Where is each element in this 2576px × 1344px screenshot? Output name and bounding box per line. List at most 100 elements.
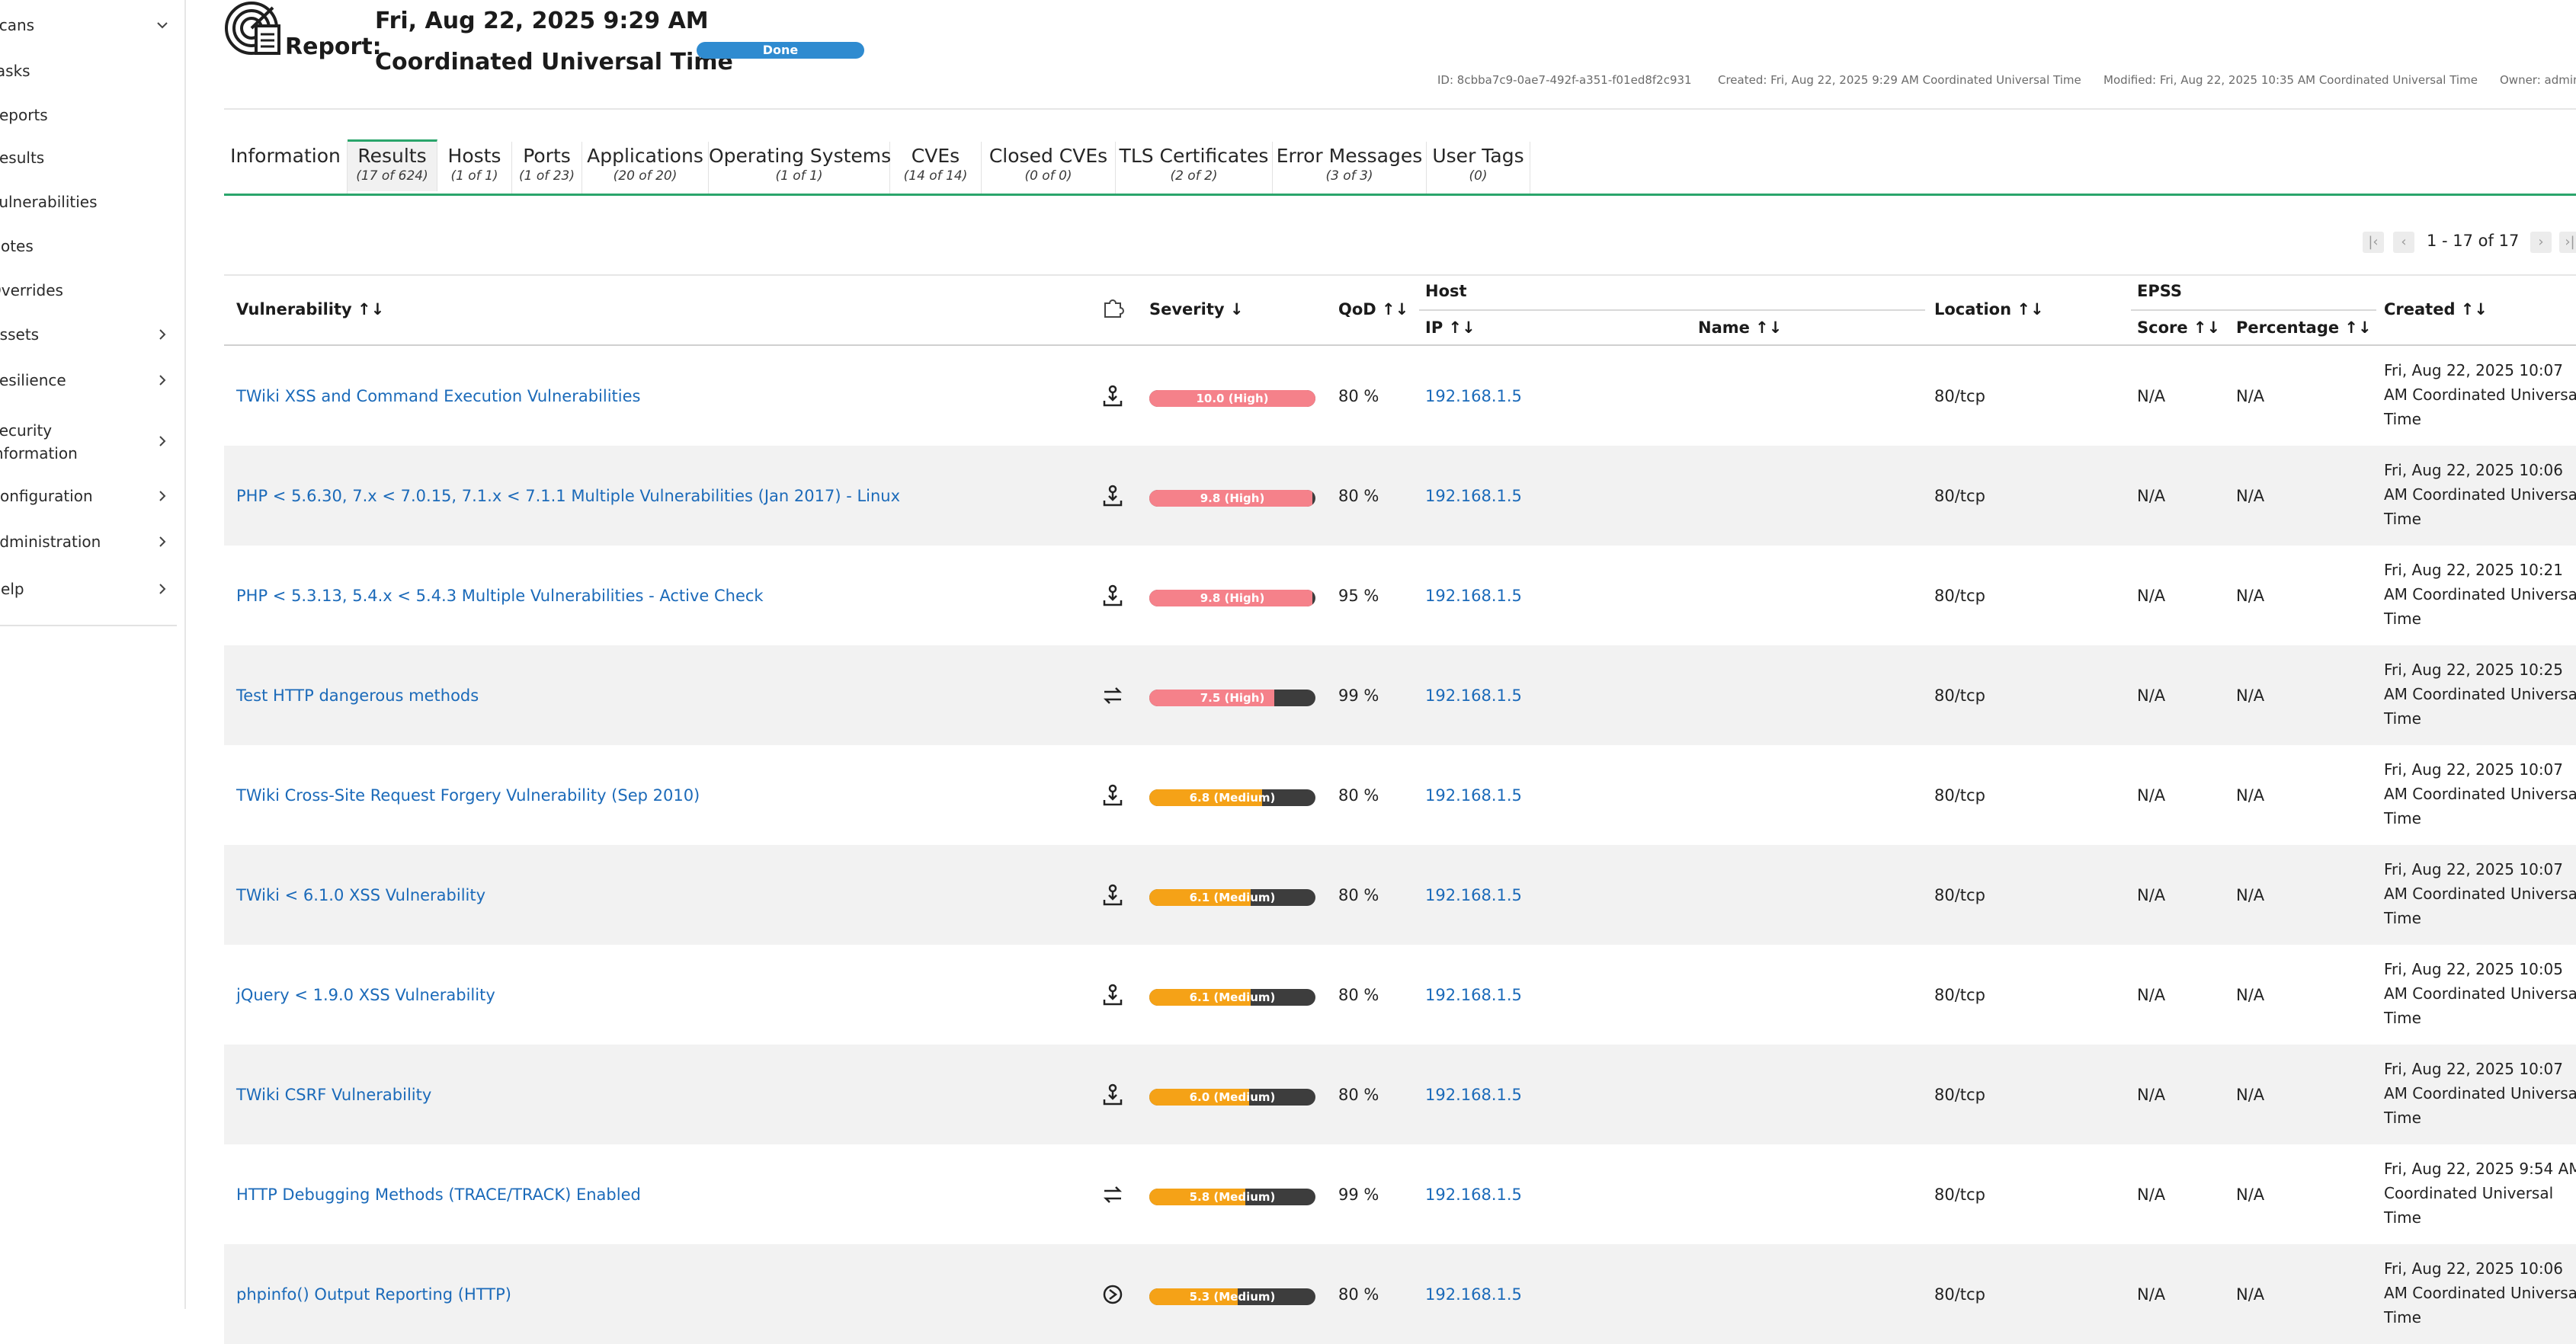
- host-ip-link[interactable]: 192.168.1.5: [1425, 786, 1522, 805]
- tab-cves[interactable]: CVEs (14 of 14): [890, 142, 982, 194]
- table-row: PHP < 5.3.13, 5.4.x < 5.4.3 Multiple Vul…: [224, 546, 2576, 645]
- column-location[interactable]: Location ↑↓: [1934, 300, 2044, 318]
- host-ip-link[interactable]: 192.168.1.5: [1425, 686, 1522, 705]
- vendorfix-icon: [1101, 883, 1125, 907]
- report-created: Created: Fri, Aug 22, 2025 9:29 AM Coord…: [1718, 73, 2081, 87]
- vulnerability-link[interactable]: phpinfo() Output Reporting (HTTP): [236, 1285, 511, 1304]
- epss-score: N/A: [2137, 587, 2166, 605]
- tab-information[interactable]: Information: [224, 142, 348, 194]
- severity-label: 6.1 (Medium): [1189, 891, 1276, 904]
- vulnerability-link[interactable]: TWiki CSRF Vulnerability: [236, 1086, 431, 1104]
- sidebar-item-label: Help: [0, 580, 24, 598]
- vulnerability-link[interactable]: TWiki XSS and Command Execution Vulnerab…: [236, 387, 640, 405]
- column-ip[interactable]: IP ↑↓: [1425, 318, 1475, 337]
- location-value: 80/tcp: [1934, 886, 1985, 904]
- host-ip-link[interactable]: 192.168.1.5: [1425, 1186, 1522, 1204]
- epss-score: N/A: [2137, 1086, 2166, 1104]
- host-ip-link[interactable]: 192.168.1.5: [1425, 886, 1522, 904]
- column-epss-percentage[interactable]: Percentage ↑↓: [2236, 318, 2372, 337]
- qod-value: 95 %: [1338, 587, 1379, 605]
- location-value: 80/tcp: [1934, 587, 1985, 605]
- created-value: Fri, Aug 22, 2025 10:21 AM Coordinated U…: [2384, 561, 2576, 628]
- created-value: Fri, Aug 22, 2025 10:07 AM Coordinated U…: [2384, 1060, 2576, 1127]
- chevron-down-icon: [153, 14, 171, 37]
- tab-label: Closed CVEs: [988, 145, 1108, 167]
- column-severity[interactable]: Severity ↓: [1149, 300, 1244, 318]
- severity-bar: 10.0 (High): [1149, 390, 1315, 407]
- vulnerability-link[interactable]: HTTP Debugging Methods (TRACE/TRACK) Ena…: [236, 1186, 641, 1204]
- epss-score: N/A: [2137, 686, 2166, 705]
- table-row: TWiki < 6.1.0 XSS Vulnerability 6.1 (Medi…: [224, 845, 2576, 945]
- qod-value: 80 %: [1338, 986, 1379, 1004]
- vendorfix-icon: [1101, 983, 1125, 1007]
- severity-bar: 5.8 (Medium): [1149, 1189, 1315, 1205]
- qod-value: 80 %: [1338, 886, 1379, 904]
- tab-count: (1 of 23): [519, 168, 575, 184]
- host-ip-link[interactable]: 192.168.1.5: [1425, 1086, 1522, 1104]
- severity-bar: 6.1 (Medium): [1149, 989, 1315, 1006]
- sidebar-item-label: Scans: [0, 16, 35, 34]
- sidebar-item-label: Security Information: [0, 421, 78, 462]
- table-row: Test HTTP dangerous methods 7.5 (High) 99 …: [224, 645, 2576, 745]
- vulnerability-link[interactable]: PHP < 5.3.13, 5.4.x < 5.4.3 Multiple Vul…: [236, 587, 764, 605]
- severity-label: 5.8 (Medium): [1189, 1190, 1276, 1204]
- column-created[interactable]: Created ↑↓: [2384, 300, 2488, 318]
- location-value: 80/tcp: [1934, 1285, 1985, 1304]
- tabs-underline: [224, 194, 2576, 196]
- severity-label: 6.1 (Medium): [1189, 990, 1276, 1004]
- tab-count: (3 of 3): [1325, 168, 1373, 184]
- host-ip-link[interactable]: 192.168.1.5: [1425, 387, 1522, 405]
- host-ip-link[interactable]: 192.168.1.5: [1425, 986, 1522, 1004]
- tab-label: Information: [230, 145, 341, 167]
- table-row: phpinfo() Output Reporting (HTTP) 5.3 (Me…: [224, 1244, 2576, 1344]
- vulnerability-link[interactable]: PHP < 5.6.30, 7.x < 7.0.15, 7.1.x < 7.1.…: [236, 487, 900, 505]
- tab-ports[interactable]: Ports (1 of 23): [512, 142, 582, 194]
- vendorfix-icon: [1101, 1083, 1125, 1107]
- tab-closed-cves[interactable]: Closed CVEs (0 of 0): [982, 142, 1116, 194]
- vulnerability-link[interactable]: Test HTTP dangerous methods: [236, 686, 479, 705]
- created-value: Fri, Aug 22, 2025 10:07 AM Coordinated U…: [2384, 860, 2576, 927]
- epss-percentage: N/A: [2236, 1285, 2265, 1304]
- column-name[interactable]: Name ↑↓: [1698, 318, 1782, 337]
- column-qod[interactable]: QoD ↑↓: [1338, 300, 1408, 318]
- host-ip-link[interactable]: 192.168.1.5: [1425, 487, 1522, 505]
- tab-applications[interactable]: Applications (20 of 20): [582, 142, 709, 194]
- sidebar: Scans Tasks Reports Results Vulnerabilities N…: [0, 0, 186, 1309]
- location-value: 80/tcp: [1934, 786, 1985, 805]
- tab-tls-certificates[interactable]: TLS Certificates (2 of 2): [1116, 142, 1273, 194]
- report-owner: Owner: admin: [2500, 73, 2576, 87]
- host-ip-link[interactable]: 192.168.1.5: [1425, 1285, 1522, 1304]
- vulnerability-link[interactable]: jQuery < 1.9.0 XSS Vulnerability: [236, 986, 495, 1004]
- epss-percentage: N/A: [2236, 886, 2265, 904]
- sidebar-item-label: Notes: [0, 237, 34, 255]
- sidebar-item-label: Assets: [0, 325, 40, 344]
- host-ip-link[interactable]: 192.168.1.5: [1425, 587, 1522, 605]
- mitigation-icon: [1101, 1182, 1125, 1207]
- tab-label: Applications: [587, 145, 703, 167]
- table-row: TWiki CSRF Vulnerability 6.0 (Medium) 80 %…: [224, 1045, 2576, 1144]
- vendorfix-icon: [1101, 484, 1125, 508]
- tab-user-tags[interactable]: User Tags (0): [1427, 142, 1530, 194]
- next-page-button[interactable]: ›: [2530, 232, 2552, 253]
- tab-error-messages[interactable]: Error Messages (3 of 3): [1273, 142, 1427, 194]
- column-epss-score[interactable]: Score ↑↓: [2137, 318, 2220, 337]
- tab-results[interactable]: Results (17 of 624): [348, 139, 437, 191]
- column-vulnerability[interactable]: Vulnerability ↑↓: [236, 300, 384, 318]
- tab-count: (20 of 20): [613, 168, 678, 184]
- tab-hosts[interactable]: Hosts (1 of 1): [437, 142, 512, 194]
- qod-value: 80 %: [1338, 1285, 1379, 1304]
- previous-page-button[interactable]: ‹: [2393, 232, 2414, 253]
- severity-label: 9.8 (High): [1200, 591, 1265, 605]
- mitigation-icon: [1101, 683, 1125, 708]
- table-row: jQuery < 1.9.0 XSS Vulnerability 6.1 (Med…: [224, 945, 2576, 1045]
- epss-percentage: N/A: [2236, 686, 2265, 705]
- created-value: Fri, Aug 22, 2025 10:05 AM Coordinated U…: [2384, 960, 2576, 1027]
- tab-operating-systems[interactable]: Operating Systems (1 of 1): [709, 142, 891, 194]
- vulnerability-link[interactable]: TWiki < 6.1.0 XSS Vulnerability: [236, 886, 485, 904]
- last-page-button[interactable]: ›|: [2559, 232, 2576, 253]
- epss-percentage: N/A: [2236, 1086, 2265, 1104]
- epss-percentage: N/A: [2236, 587, 2265, 605]
- first-page-button[interactable]: |‹: [2363, 232, 2384, 253]
- vulnerability-link[interactable]: TWiki Cross-Site Request Forgery Vulnera…: [236, 786, 700, 805]
- tab-count: (1 of 1): [775, 168, 823, 184]
